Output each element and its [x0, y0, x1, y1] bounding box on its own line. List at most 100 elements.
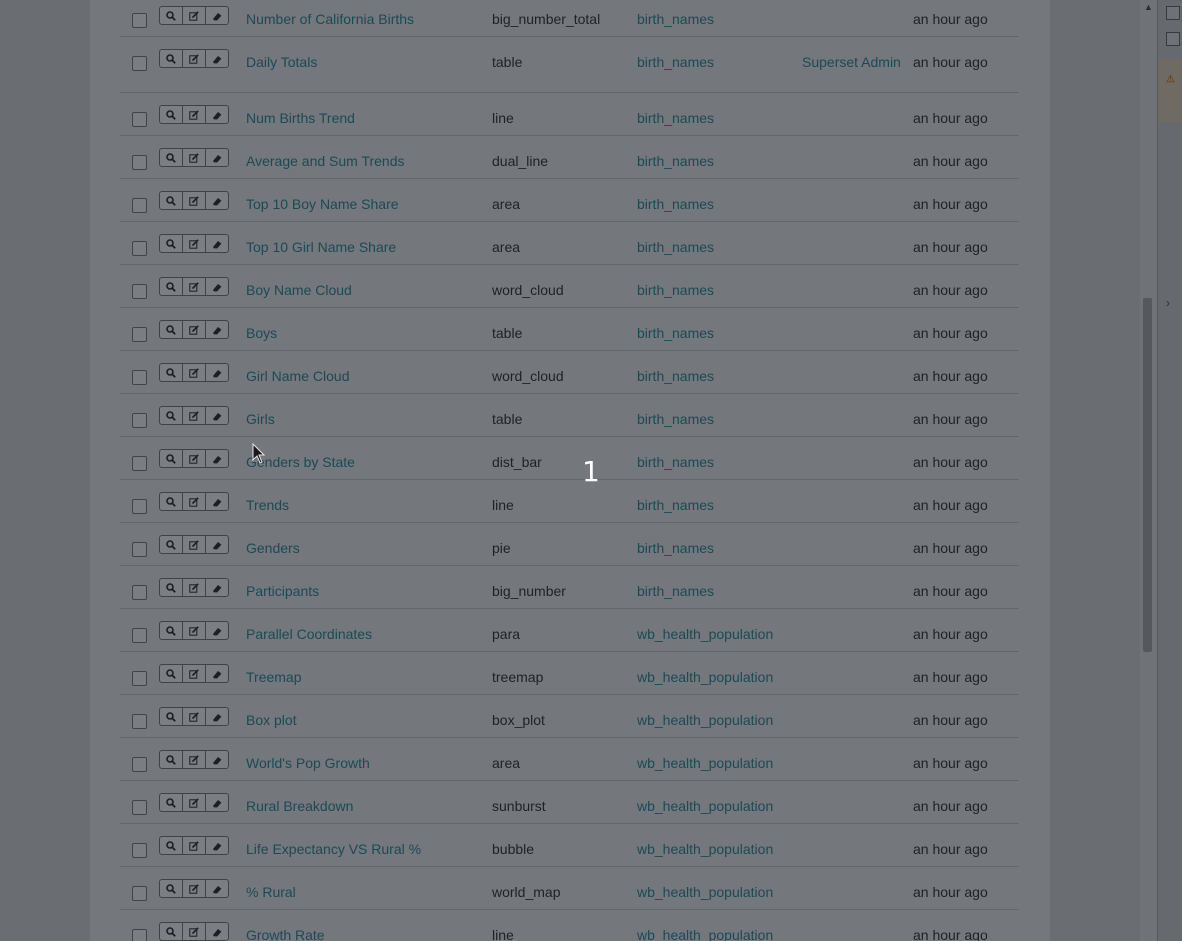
show-record-button[interactable]	[160, 321, 183, 338]
delete-record-button[interactable]	[206, 794, 228, 811]
chart-name-link[interactable]: Parallel Coordinates	[246, 626, 372, 642]
show-record-button[interactable]	[160, 149, 183, 166]
delete-record-button[interactable]	[206, 407, 228, 424]
datasource-link[interactable]: birth_names	[637, 325, 714, 341]
delete-record-button[interactable]	[206, 708, 228, 725]
row-checkbox[interactable]	[132, 585, 147, 600]
play-panel-icon[interactable]	[1166, 32, 1180, 46]
show-record-button[interactable]	[160, 235, 183, 252]
datasource-link[interactable]: wb_health_population	[637, 884, 773, 900]
datasource-link[interactable]: birth_names	[637, 454, 714, 470]
delete-record-button[interactable]	[206, 880, 228, 897]
edit-record-button[interactable]	[183, 149, 206, 166]
delete-record-button[interactable]	[206, 665, 228, 682]
delete-record-button[interactable]	[206, 837, 228, 854]
delete-record-button[interactable]	[206, 235, 228, 252]
chart-name-link[interactable]: Genders	[246, 540, 300, 556]
datasource-link[interactable]: birth_names	[637, 11, 714, 27]
datasource-link[interactable]: wb_health_population	[637, 755, 773, 771]
delete-record-button[interactable]	[206, 622, 228, 639]
show-record-button[interactable]	[160, 407, 183, 424]
chart-name-link[interactable]: Participants	[246, 583, 319, 599]
row-checkbox[interactable]	[132, 714, 147, 729]
row-checkbox[interactable]	[132, 671, 147, 686]
edit-record-button[interactable]	[183, 923, 206, 940]
edit-record-button[interactable]	[183, 837, 206, 854]
show-record-button[interactable]	[160, 923, 183, 940]
edit-record-button[interactable]	[183, 321, 206, 338]
delete-record-button[interactable]	[206, 579, 228, 596]
edit-record-button[interactable]	[183, 579, 206, 596]
delete-record-button[interactable]	[206, 450, 228, 467]
datasource-link[interactable]: birth_names	[637, 540, 714, 556]
edit-record-button[interactable]	[183, 50, 206, 67]
show-record-button[interactable]	[160, 837, 183, 854]
edit-record-button[interactable]	[183, 493, 206, 510]
chart-name-link[interactable]: World's Pop Growth	[246, 755, 370, 771]
row-checkbox[interactable]	[132, 284, 147, 299]
inspect-icon[interactable]	[1166, 6, 1180, 20]
show-record-button[interactable]	[160, 278, 183, 295]
edit-record-button[interactable]	[183, 880, 206, 897]
chart-name-link[interactable]: Boy Name Cloud	[246, 282, 352, 298]
delete-record-button[interactable]	[206, 536, 228, 553]
row-checkbox[interactable]	[132, 155, 147, 170]
edit-record-button[interactable]	[183, 794, 206, 811]
row-checkbox[interactable]	[132, 757, 147, 772]
row-checkbox[interactable]	[132, 370, 147, 385]
row-checkbox[interactable]	[132, 327, 147, 342]
row-checkbox[interactable]	[132, 112, 147, 127]
chart-name-link[interactable]: % Rural	[246, 884, 296, 900]
owner-link[interactable]: Superset Admin	[802, 54, 901, 70]
edit-record-button[interactable]	[183, 665, 206, 682]
delete-record-button[interactable]	[206, 751, 228, 768]
show-record-button[interactable]	[160, 192, 183, 209]
chart-name-link[interactable]: Girl Name Cloud	[246, 368, 349, 384]
row-checkbox[interactable]	[132, 13, 147, 28]
chevron-right-icon[interactable]: ›	[1166, 296, 1170, 310]
datasource-link[interactable]: wb_health_population	[637, 841, 773, 857]
show-record-button[interactable]	[160, 708, 183, 725]
delete-record-button[interactable]	[206, 364, 228, 381]
datasource-link[interactable]: wb_health_population	[637, 927, 773, 941]
datasource-link[interactable]: birth_names	[637, 583, 714, 599]
row-checkbox[interactable]	[132, 413, 147, 428]
edit-record-button[interactable]	[183, 622, 206, 639]
datasource-link[interactable]: birth_names	[637, 110, 714, 126]
edit-record-button[interactable]	[183, 450, 206, 467]
chart-name-link[interactable]: Average and Sum Trends	[246, 153, 405, 169]
chart-name-link[interactable]: Girls	[246, 411, 275, 427]
delete-record-button[interactable]	[206, 50, 228, 67]
datasource-link[interactable]: birth_names	[637, 368, 714, 384]
scroll-thumb[interactable]	[1143, 298, 1152, 652]
delete-record-button[interactable]	[206, 149, 228, 166]
show-record-button[interactable]	[160, 794, 183, 811]
datasource-link[interactable]: wb_health_population	[637, 712, 773, 728]
chart-name-link[interactable]: Treemap	[246, 669, 302, 685]
row-checkbox[interactable]	[132, 628, 147, 643]
show-record-button[interactable]	[160, 50, 183, 67]
chart-name-link[interactable]: Boys	[246, 325, 277, 341]
row-checkbox[interactable]	[132, 542, 147, 557]
delete-record-button[interactable]	[206, 923, 228, 940]
show-record-button[interactable]	[160, 880, 183, 897]
datasource-link[interactable]: birth_names	[637, 153, 714, 169]
datasource-link[interactable]: birth_names	[637, 239, 714, 255]
chart-name-link[interactable]: Box plot	[246, 712, 297, 728]
edit-record-button[interactable]	[183, 407, 206, 424]
row-checkbox[interactable]	[132, 929, 147, 941]
scroll-up-arrow-icon[interactable]: ▲	[1144, 2, 1153, 12]
delete-record-button[interactable]	[206, 7, 228, 24]
datasource-link[interactable]: birth_names	[637, 282, 714, 298]
show-record-button[interactable]	[160, 622, 183, 639]
row-checkbox[interactable]	[132, 241, 147, 256]
show-record-button[interactable]	[160, 493, 183, 510]
row-checkbox[interactable]	[132, 800, 147, 815]
delete-record-button[interactable]	[206, 192, 228, 209]
show-record-button[interactable]	[160, 536, 183, 553]
datasource-link[interactable]: birth_names	[637, 497, 714, 513]
datasource-link[interactable]: birth_names	[637, 196, 714, 212]
chart-name-link[interactable]: Top 10 Girl Name Share	[246, 239, 396, 255]
chart-name-link[interactable]: Daily Totals	[246, 54, 317, 70]
datasource-link[interactable]: wb_health_population	[637, 626, 773, 642]
